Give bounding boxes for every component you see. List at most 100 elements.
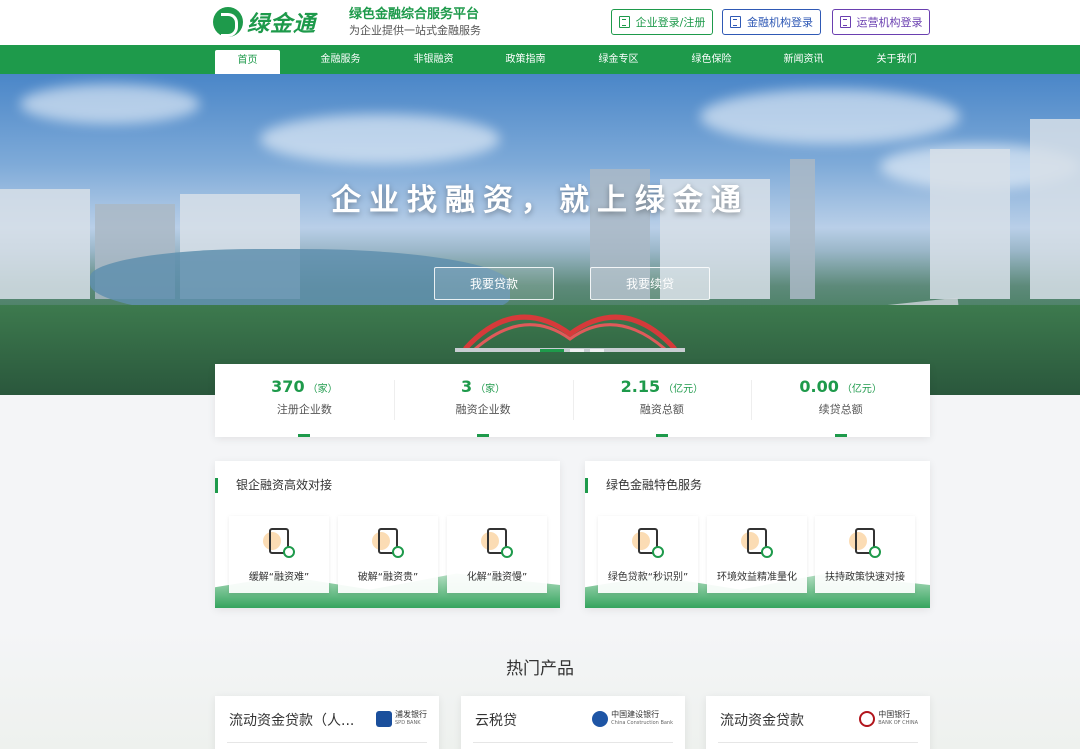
bank-sub: SPD BANK xyxy=(395,720,421,726)
product-name: 流动资金贷款 xyxy=(720,713,804,729)
stat-label: 注册企业数 xyxy=(276,403,332,416)
hot-products-title: 热门产品 xyxy=(506,659,574,679)
product-card[interactable]: 流动资金贷款 中国银行 BANK OF CHINA xyxy=(706,696,930,749)
product-divider xyxy=(227,742,427,743)
bank-icon xyxy=(730,16,741,28)
nav-item-about-us[interactable]: 关于我们 xyxy=(864,50,929,74)
stat-unit: （家） xyxy=(307,384,338,395)
stat-value: 2.15 xyxy=(620,377,661,396)
bank-name: 浦发银行 xyxy=(395,710,427,719)
carousel-dot[interactable] xyxy=(570,349,584,352)
logo-icon xyxy=(213,7,243,37)
stat-financing-total: 2.15 （亿元） 融资总额 xyxy=(572,364,752,437)
stat-underline xyxy=(834,434,847,437)
stat-value: 0.00 xyxy=(799,377,839,396)
enterprise-login-button[interactable]: 企业登录/注册 xyxy=(611,9,713,35)
bank-logo: 浦发银行 SPD BANK xyxy=(376,710,427,728)
stat-label: 融资总额 xyxy=(639,403,684,416)
service-card-financing-cost[interactable]: 破解“融资贵” xyxy=(338,516,438,593)
office-icon xyxy=(839,16,851,28)
stat-underline xyxy=(655,434,668,437)
financial-institution-login-label: 金融机构登录 xyxy=(747,16,813,29)
main-nav: 首页 金融服务 非银融资 政策指南 绿金专区 绿色保险 新闻资讯 关于我们 xyxy=(0,45,1080,74)
carousel-dot[interactable] xyxy=(540,349,564,352)
operator-login-label: 运营机构登录 xyxy=(856,16,923,29)
product-name: 云税贷 xyxy=(475,713,517,729)
enterprise-login-label: 企业登录/注册 xyxy=(635,16,706,29)
spd-bank-icon xyxy=(376,711,392,727)
nav-item-green-finance-zone[interactable]: 绿金专区 xyxy=(586,50,651,74)
bank-sub: BANK OF CHINA xyxy=(878,720,918,726)
stat-label: 融资企业数 xyxy=(455,403,511,416)
site-logo[interactable]: 绿金通 xyxy=(213,6,328,38)
hero-banner: 企业找融资，就上绿金通 我要贷款 我要续贷 xyxy=(0,74,1080,395)
product-divider xyxy=(473,742,673,743)
stat-label: 续贷总额 xyxy=(818,403,863,416)
carousel-dots xyxy=(540,349,604,352)
panel-title: 银企融资高效对接 xyxy=(215,478,332,493)
green-finance-panel: 绿色金融特色服务 绿色贷款“秒识别” 环境效益精准量化 扶持政策快速对接 xyxy=(585,461,930,608)
cloud-shape xyxy=(700,89,960,144)
house-document-icon xyxy=(261,526,297,560)
carousel-dot[interactable] xyxy=(590,349,604,352)
service-card-label: 绿色贷款“秒识别” xyxy=(607,572,689,583)
bank-name: 中国建设银行 xyxy=(611,710,660,719)
hero-title: 企业找融资，就上绿金通 xyxy=(331,183,749,218)
city-skyline xyxy=(930,149,1010,299)
bank-sub: China Construction Bank xyxy=(611,720,673,726)
nav-item-non-bank-financing[interactable]: 非银融资 xyxy=(401,50,466,74)
stat-value: 370 xyxy=(271,377,305,396)
yen-hand-icon xyxy=(479,526,515,560)
product-card[interactable]: 流动资金贷款（人... 浦发银行 SPD BANK xyxy=(215,696,439,749)
bank-logo: 中国银行 BANK OF CHINA xyxy=(859,710,918,728)
star-house-check-icon xyxy=(370,526,406,560)
stat-value: 3 xyxy=(461,377,473,396)
service-card-financing-speed[interactable]: 化解“融资慢” xyxy=(447,516,547,593)
monitor-document-icon xyxy=(630,526,666,560)
bank-enterprise-panel: 银企融资高效对接 缓解“融资难” 破解“融资贵” 化解“融资慢” xyxy=(215,461,560,608)
service-card-green-loan-identify[interactable]: 绿色贷款“秒识别” xyxy=(598,516,698,593)
product-divider xyxy=(718,742,918,743)
service-card-label: 扶持政策快速对接 xyxy=(825,572,905,583)
stats-bar: 370 （家） 注册企业数 3 （家） 融资企业数 2.15 （亿元） 融资总额 0.… xyxy=(215,364,930,437)
nav-item-financial-services[interactable]: 金融服务 xyxy=(308,50,373,74)
service-card-label: 缓解“融资难” xyxy=(248,572,310,583)
operator-login-button[interactable]: 运营机构登录 xyxy=(832,9,930,35)
stat-registered-enterprises: 370 （家） 注册企业数 xyxy=(215,364,394,437)
stamp-icon xyxy=(847,526,883,560)
product-card[interactable]: 云税贷 中国建设银行 China Construction Bank xyxy=(461,696,685,749)
renew-loan-button[interactable]: 我要续贷 xyxy=(590,267,710,300)
service-card-policy-support[interactable]: 扶持政策快速对接 xyxy=(815,516,915,593)
stat-underline xyxy=(477,434,490,437)
bank-name: 中国银行 xyxy=(878,710,911,719)
stat-unit: （家） xyxy=(475,384,506,395)
stat-renewal-total: 0.00 （亿元） 续贷总额 xyxy=(751,364,930,437)
financial-institution-login-button[interactable]: 金融机构登录 xyxy=(722,9,821,35)
platform-subtitle: 为企业提供一站式金融服务 xyxy=(349,24,481,37)
nav-item-green-insurance[interactable]: 绿色保险 xyxy=(679,50,744,74)
ccb-bank-icon xyxy=(592,711,609,727)
service-card-label: 破解“融资贵” xyxy=(357,572,419,583)
cloud-shape xyxy=(20,84,200,124)
apply-loan-button[interactable]: 我要贷款 xyxy=(434,267,554,300)
bank-logo: 中国建设银行 China Construction Bank xyxy=(592,710,673,728)
boc-bank-icon xyxy=(859,711,876,727)
building-icon xyxy=(618,16,630,28)
top-header: 绿金通 绿色金融综合服务平台 为企业提供一站式金融服务 企业登录/注册 金融机构… xyxy=(0,0,1080,45)
platform-slogan: 绿色金融综合服务平台 为企业提供一站式金融服务 xyxy=(349,6,481,38)
nav-item-policy-guide[interactable]: 政策指南 xyxy=(493,50,558,74)
service-card-environmental-benefit[interactable]: 环境效益精准量化 xyxy=(707,516,807,593)
stat-unit: （亿元） xyxy=(663,384,704,395)
red-bridge-image xyxy=(455,314,685,352)
product-name: 流动资金贷款（人... xyxy=(229,713,355,729)
service-card-label: 环境效益精准量化 xyxy=(717,572,797,583)
document-chat-icon xyxy=(739,526,775,560)
stat-unit: （亿元） xyxy=(841,384,882,395)
logo-text: 绿金通 xyxy=(247,12,317,37)
nav-item-home[interactable]: 首页 xyxy=(215,50,280,74)
stat-financed-enterprises: 3 （家） 融资企业数 xyxy=(393,364,573,437)
service-card-label: 化解“融资慢” xyxy=(466,572,528,583)
nav-item-news[interactable]: 新闻资讯 xyxy=(771,50,836,74)
stat-underline xyxy=(298,434,311,437)
service-card-financing-difficulty[interactable]: 缓解“融资难” xyxy=(229,516,329,593)
